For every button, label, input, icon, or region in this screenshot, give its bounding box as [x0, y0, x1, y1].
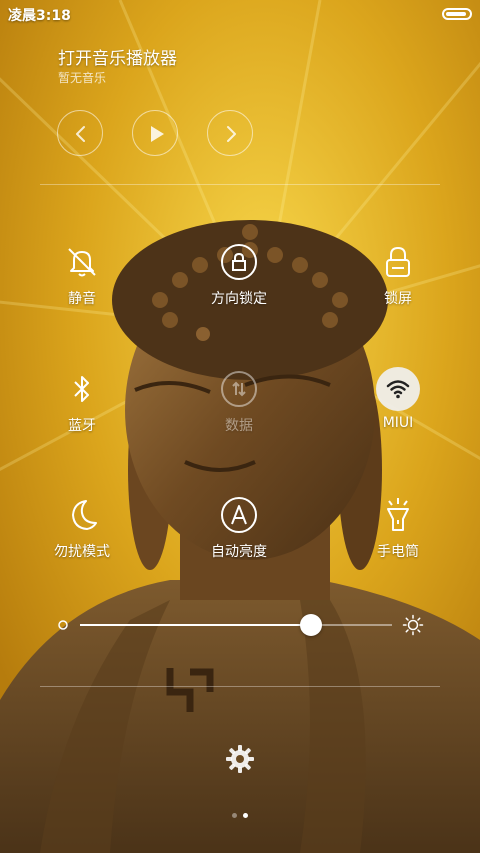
toggle-label: 锁屏 — [384, 291, 412, 307]
toggle-label: MIUI — [382, 415, 414, 431]
lock-icon — [376, 240, 420, 284]
toggle-rotation-lock[interactable]: 方向锁定 — [191, 240, 287, 316]
toggle-label: 数据 — [225, 418, 253, 434]
toggle-label: 手电筒 — [377, 544, 419, 560]
flashlight-icon — [376, 493, 420, 537]
bluetooth-icon — [60, 367, 104, 411]
music-player-title[interactable]: 打开音乐播放器 — [58, 44, 177, 69]
toggle-data[interactable]: 数据 — [191, 367, 287, 443]
toggle-wifi[interactable]: MIUI — [350, 367, 446, 443]
next-icon — [227, 126, 236, 142]
toggle-flashlight[interactable]: 手电筒 — [350, 493, 446, 569]
bell-off-icon — [60, 240, 104, 284]
status-time: 凌晨3:18 — [8, 8, 71, 24]
data-icon — [217, 367, 261, 411]
toggle-lock-screen[interactable]: 锁屏 — [350, 240, 446, 316]
sun-icon — [402, 614, 424, 636]
divider — [40, 184, 440, 185]
page-indicator-dot-active — [243, 813, 248, 818]
toggle-label: 静音 — [68, 291, 96, 307]
previous-icon — [76, 126, 85, 142]
gear-icon[interactable] — [225, 744, 255, 774]
toggle-mute[interactable]: 静音 — [34, 240, 130, 316]
brightness-low-icon — [58, 620, 68, 630]
play-button[interactable] — [132, 110, 178, 156]
page-indicator-dot — [232, 813, 237, 818]
toggle-label: 蓝牙 — [68, 418, 96, 434]
toggle-label: 方向锁定 — [211, 291, 267, 307]
toggle-auto-brightness[interactable]: 自动亮度 — [191, 493, 287, 569]
battery-icon — [442, 8, 472, 20]
toggle-dnd[interactable]: 勿扰模式 — [34, 493, 130, 569]
music-subtitle: 暂无音乐 — [58, 71, 107, 85]
rotation-lock-icon — [217, 240, 261, 284]
next-button[interactable] — [207, 110, 253, 156]
auto-a-icon — [217, 493, 261, 537]
play-icon — [151, 126, 164, 142]
wifi-icon — [376, 367, 420, 411]
brightness-slider-track[interactable] — [310, 624, 392, 626]
previous-button[interactable] — [57, 110, 103, 156]
toggle-label: 自动亮度 — [211, 544, 267, 560]
moon-icon — [60, 493, 104, 537]
divider — [40, 686, 440, 687]
brightness-slider-thumb[interactable] — [299, 614, 322, 636]
brightness-slider-fill[interactable] — [80, 624, 311, 626]
toggle-bluetooth[interactable]: 蓝牙 — [34, 367, 130, 443]
toggle-label: 勿扰模式 — [54, 544, 110, 560]
